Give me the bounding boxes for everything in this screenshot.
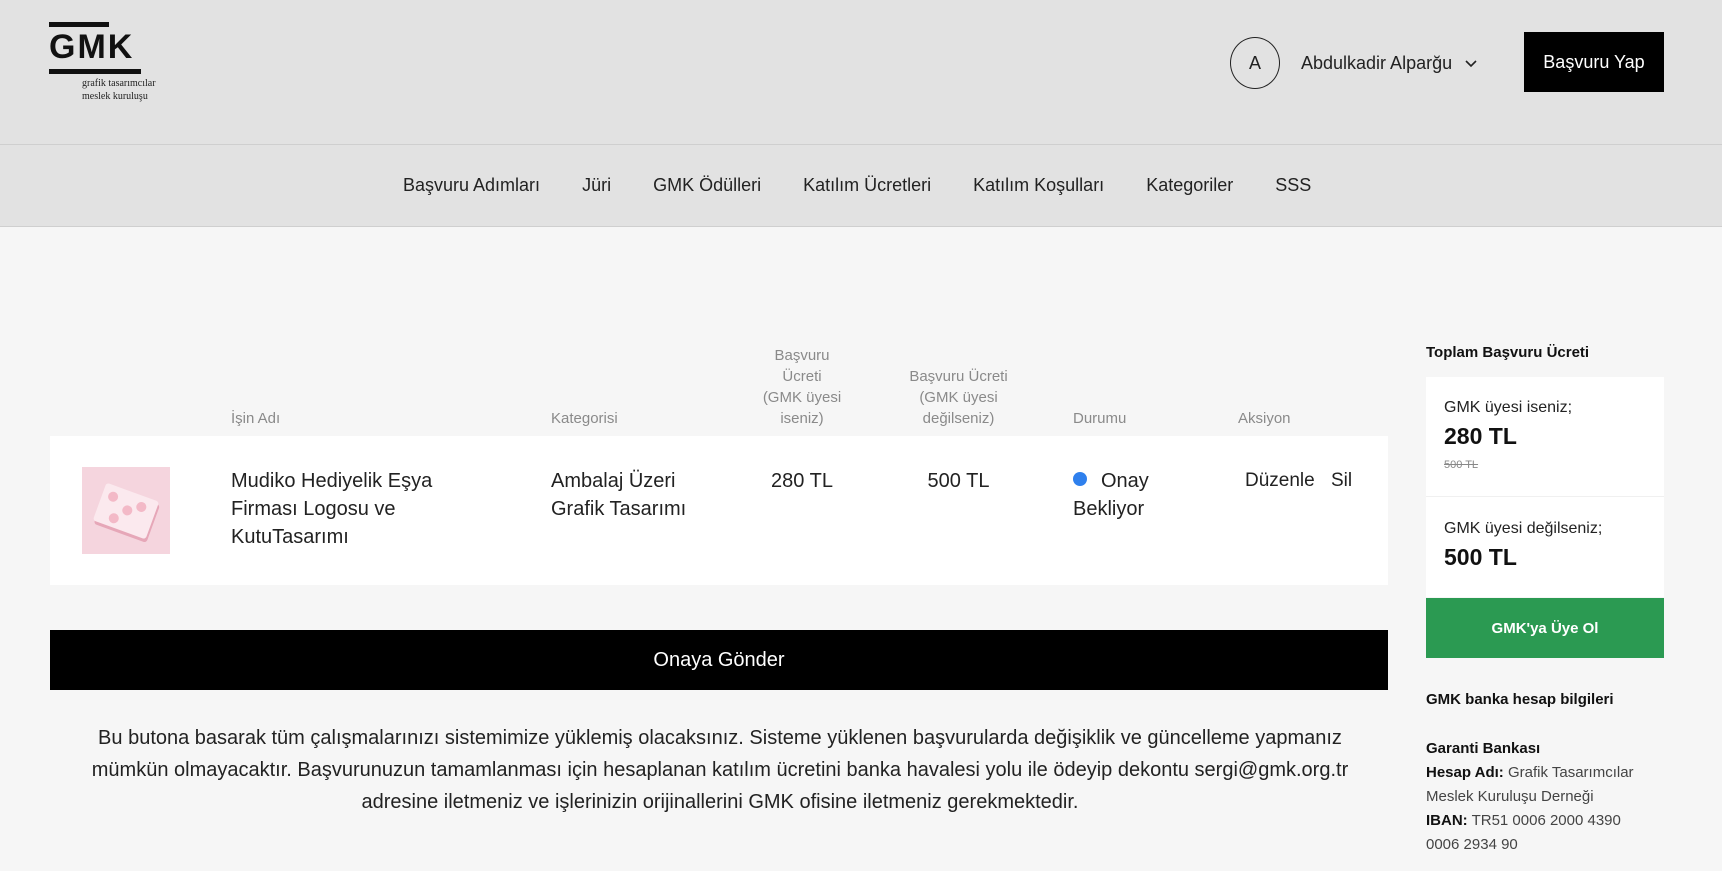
fee-divider <box>1426 496 1664 497</box>
gmk-logo[interactable]: GMK grafik tasarımcılar meslek kuruluşu <box>49 22 179 107</box>
logo-bar-top <box>49 22 109 27</box>
status-text: Bekliyor <box>1073 498 1145 520</box>
nav-item-juri[interactable]: Jüri <box>582 175 611 196</box>
main-nav: Başvuru Adımları Jüri GMK Ödülleri Katıl… <box>0 145 1722 227</box>
fee-nonmember-cell: 500 TL <box>927 470 990 492</box>
fee-summary-card: GMK üyesi iseniz; 280 TL 500 TL GMK üyes… <box>1426 377 1664 597</box>
apply-button[interactable]: Başvuru Yap <box>1524 32 1664 92</box>
header-fee-member-line: (GMK üyesi <box>762 389 842 406</box>
account-value-cont: Meslek Kuruluşu Derneği <box>1426 788 1594 805</box>
join-gmk-button[interactable]: GMK'ya Üye Ol <box>1426 598 1664 658</box>
logo-bar-bottom <box>49 69 141 74</box>
header-fee-member-line: Ücreti <box>782 368 822 385</box>
info-line: Bu butona basarak tüm çalışmalarınızı si… <box>98 727 1342 749</box>
status-cell: Onay Bekliyor <box>1073 467 1149 523</box>
iban-value-cont: 0006 2934 90 <box>1426 836 1518 853</box>
header-fee-nonmember: Başvuru Ücreti (GMK üyesi değilseniz) <box>896 366 1021 429</box>
nav-item-katilim-kosullari[interactable]: Katılım Koşulları <box>973 175 1104 196</box>
edit-link[interactable]: Düzenle <box>1245 467 1315 495</box>
header-fee-member-line: Başvuru <box>774 347 830 364</box>
project-name: Mudiko Hediyelik Eşya Firması Logosu ve … <box>231 467 432 551</box>
project-name-line: Firması Logosu ve <box>231 498 396 520</box>
thumbnail-box-image <box>92 482 160 540</box>
project-category-line: Ambalaj Üzeri <box>551 470 676 492</box>
header-status: Durumu <box>1073 410 1127 427</box>
nav-item-kategoriler[interactable]: Kategoriler <box>1146 175 1233 196</box>
header-fee-nonmember-line: (GMK üyesi <box>919 389 998 406</box>
nav-item-basvuru-adimlari[interactable]: Başvuru Adımları <box>403 175 540 196</box>
avatar[interactable]: A <box>1230 37 1280 89</box>
member-fee-amount: 280 TL <box>1444 423 1517 449</box>
nav-item-gmk-odulleri[interactable]: GMK Ödülleri <box>653 175 761 196</box>
iban-label: IBAN: <box>1426 812 1468 829</box>
status-dot <box>1073 472 1087 486</box>
header-fee-member: Başvuru Ücreti (GMK üyesi iseniz) <box>750 345 854 429</box>
header-fee-nonmember-line: değilseniz) <box>922 410 995 427</box>
info-line: adresine iletmeniz ve işlerinizin orijin… <box>361 791 1079 813</box>
iban-value: TR51 0006 2000 4390 <box>1471 812 1621 829</box>
project-category: Ambalaj Üzeri Grafik Tasarımı <box>551 467 686 523</box>
account-label: Hesap Adı: <box>1426 764 1504 781</box>
account-value: Grafik Tasarımcılar <box>1507 764 1634 781</box>
project-thumbnail[interactable] <box>82 467 170 554</box>
header-action: Aksiyon <box>1238 410 1291 427</box>
logo-subtitle: grafik tasarımcılar meslek kuruluşu <box>82 77 156 103</box>
nonmember-fee-label: GMK üyesi değilseniz; <box>1444 520 1603 537</box>
project-name-line: Mudiko Hediyelik Eşya <box>231 470 433 492</box>
header-category: Kategorisi <box>551 410 618 427</box>
total-fee-title: Toplam Başvuru Ücreti <box>1426 344 1590 361</box>
logo-word: GMK <box>49 28 135 66</box>
delete-link[interactable]: Sil <box>1331 467 1352 495</box>
submit-for-approval-button[interactable]: Onaya Gönder <box>50 630 1388 690</box>
info-text: Bu butona basarak tüm çalışmalarınızı si… <box>60 722 1380 818</box>
header-name: İşin Adı <box>231 410 281 427</box>
user-name[interactable]: Abdulkadir Alparğu <box>1301 53 1452 74</box>
logo-subtitle-line2: meslek kuruluşu <box>82 91 148 102</box>
site-header: GMK grafik tasarımcılar meslek kuruluşu … <box>0 0 1722 145</box>
nav-item-sss[interactable]: SSS <box>1275 175 1311 196</box>
project-category-line: Grafik Tasarımı <box>551 498 687 520</box>
user-menu[interactable]: A Abdulkadir Alparğu <box>1230 37 1478 89</box>
info-line: mümkün olmayacaktır. Başvurunuzun tamaml… <box>91 759 1349 781</box>
nav-item-katilim-ucretleri[interactable]: Katılım Ücretleri <box>803 175 931 196</box>
bank-info-title: GMK banka hesap bilgileri <box>1426 691 1614 708</box>
status-text: Onay <box>1101 470 1149 492</box>
header-fee-member-line: iseniz) <box>780 410 824 427</box>
header-fee-nonmember-line: Başvuru Ücreti <box>909 368 1008 385</box>
fee-member-cell: 280 TL <box>771 470 833 492</box>
bank-info: Garanti Bankası Hesap Adı: Grafik Tasarı… <box>1426 737 1666 857</box>
chevron-down-icon[interactable] <box>1464 56 1478 70</box>
table-row: Mudiko Hediyelik Eşya Firması Logosu ve … <box>50 436 1388 585</box>
project-name-line: KutuTasarımı <box>231 526 349 548</box>
nav-list: Başvuru Adımları Jüri GMK Ödülleri Katıl… <box>403 175 1353 196</box>
bank-name: Garanti Bankası <box>1426 740 1541 757</box>
member-fee-label: GMK üyesi iseniz; <box>1444 399 1573 416</box>
logo-subtitle-line1: grafik tasarımcılar <box>82 78 156 89</box>
nonmember-fee-amount: 500 TL <box>1444 544 1517 570</box>
member-fee-original: 500 TL <box>1444 459 1479 471</box>
